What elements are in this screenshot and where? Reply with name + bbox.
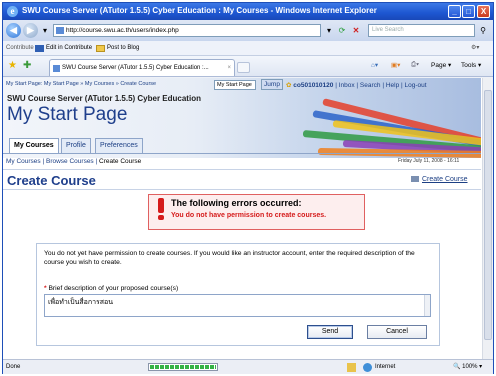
jump-select[interactable]: My Start Page (214, 80, 256, 90)
minimize-button[interactable]: _ (448, 5, 461, 18)
page-scrollbar[interactable] (482, 78, 493, 359)
recent-pages-dropdown-icon[interactable]: ▾ (39, 24, 51, 37)
tools-menu[interactable]: Tools ▾ (461, 61, 481, 69)
create-course-icon (411, 176, 419, 183)
favorites-star-icon[interactable]: ★ (8, 60, 17, 71)
page-icon (56, 27, 64, 34)
browser-tab[interactable]: SWU Course Server (ATutor 1.5.5) Cyber E… (49, 59, 235, 76)
browser-window: e SWU Course Server (ATutor 1.5.5) Cyber… (2, 2, 494, 374)
create-course-link-label: Create Course (422, 176, 468, 183)
page-menu[interactable]: Page ▾ (431, 61, 451, 69)
cancel-button[interactable]: Cancel (367, 325, 427, 339)
user-links: ✿ co501010120 | Inbox | Search | Help | … (286, 82, 427, 89)
error-title: The following errors occurred: (171, 198, 302, 208)
tab-page-icon (53, 65, 60, 72)
description-value: เพื่อทำเป็นสื่อการสอน (48, 299, 114, 306)
tab-title: SWU Course Server (ATutor 1.5.5) Cyber E… (62, 65, 209, 71)
tab-my-courses[interactable]: My Courses (9, 138, 59, 154)
status-text: Done (6, 364, 21, 370)
address-text: http://course.swu.ac.th/users/index.php (66, 27, 179, 34)
address-bar-row: ◀ ▶ ▾ http://course.swu.ac.th/users/inde… (3, 20, 493, 41)
address-dropdown-icon[interactable]: ▾ (323, 24, 335, 37)
start-page-title: My Start Page (7, 104, 128, 125)
error-box: The following errors occurred: You do no… (148, 194, 365, 230)
help-link[interactable]: Help (386, 82, 399, 89)
close-button[interactable]: X (477, 5, 490, 18)
tab-profile[interactable]: Profile (61, 138, 91, 153)
zoom-text: 100% (462, 364, 478, 370)
date-text: Friday July 11, 2008 - 16:11 (398, 158, 460, 164)
progress-fill (150, 365, 216, 369)
breadcrumb[interactable]: My Start Page: My Start Page » My Course… (6, 81, 156, 87)
sub-navigation: My Courses | Browse Courses | Create Cou… (6, 158, 142, 165)
search-link[interactable]: Search (360, 82, 381, 89)
forward-button[interactable]: ▶ (23, 23, 38, 38)
current-page-label: Create Course (99, 158, 142, 165)
add-favorites-icon[interactable]: ✚ (23, 60, 31, 71)
address-input[interactable]: http://course.swu.ac.th/users/index.php (53, 24, 321, 37)
jump-button[interactable]: Jump (261, 79, 283, 90)
internet-explorer-icon: e (7, 6, 18, 17)
browse-courses-link[interactable]: Browse Courses (46, 158, 94, 165)
user-icon: ✿ (286, 82, 292, 89)
internet-zone-icon (363, 363, 372, 372)
zoom-level[interactable]: 🔍 100% ▾ (453, 360, 482, 374)
tab-preferences[interactable]: Preferences (95, 138, 143, 153)
tab-close-icon[interactable]: × (227, 60, 231, 76)
refresh-icon[interactable]: ⟳ (336, 24, 348, 37)
course-server-title: SWU Course Server (ATutor 1.5.5) Cyber E… (7, 94, 201, 103)
heading-divider (3, 189, 481, 190)
search-icon[interactable]: ⚲ (477, 24, 489, 37)
window-title: SWU Course Server (ATutor 1.5.5) Cyber E… (22, 6, 377, 15)
contribute-icon (35, 45, 44, 52)
protected-mode-icon (347, 363, 356, 372)
status-bar: Done Internet 🔍 100% ▾ (3, 359, 493, 374)
error-message: You do not have permission to create cou… (171, 212, 327, 219)
edit-in-contribute-link[interactable]: Edit in Contribute (46, 41, 92, 55)
create-course-link[interactable]: Create Course (411, 176, 468, 183)
web-page: My Start Page: My Start Page » My Course… (3, 78, 493, 359)
required-marker: * (44, 285, 47, 292)
exclamation-icon (157, 198, 165, 220)
tab-bar: ★ ✚ SWU Course Server (ATutor 1.5.5) Cyb… (3, 56, 493, 77)
inbox-link[interactable]: Inbox (339, 82, 355, 89)
maximize-button[interactable]: □ (462, 5, 475, 18)
divider (3, 169, 481, 170)
zone-text: Internet (375, 364, 396, 370)
stop-icon[interactable]: ✕ (350, 24, 362, 37)
feeds-icon[interactable]: ▣▾ (391, 61, 400, 69)
search-input[interactable]: Live Search (368, 24, 475, 37)
send-button[interactable]: Send (307, 325, 353, 339)
create-course-form: You do not yet have permission to create… (36, 243, 440, 346)
progress-bar (148, 363, 218, 371)
textarea-scrollbar[interactable] (424, 295, 430, 316)
links-bar: Contribute Edit in Contribute Post to Bl… (3, 41, 493, 56)
toolbar-options-icon[interactable]: ⚙▾ (471, 41, 479, 55)
blog-icon (96, 45, 105, 52)
post-to-blog-link[interactable]: Post to Blog (107, 41, 139, 55)
my-courses-link[interactable]: My Courses (6, 158, 41, 165)
page-header: My Start Page: My Start Page » My Course… (3, 78, 481, 158)
scrollbar-thumb[interactable] (484, 90, 492, 340)
description-label: * Brief description of your proposed cou… (44, 285, 178, 292)
tabs-divider (3, 153, 481, 154)
print-icon[interactable]: ⎙▾ (411, 61, 419, 69)
back-button[interactable]: ◀ (6, 23, 21, 38)
home-icon[interactable]: ⌂▾ (371, 61, 378, 69)
form-intro-text: You do not yet have permission to create… (44, 250, 415, 266)
description-label-text: Brief description of your proposed cours… (48, 285, 179, 292)
page-heading: Create Course (7, 173, 96, 188)
new-tab-button[interactable] (237, 62, 250, 73)
pencils-banner-image (303, 88, 481, 158)
contribute-label: Contribute (6, 45, 34, 51)
logout-link[interactable]: Log-out (405, 82, 427, 89)
user-link[interactable]: co501010120 (293, 82, 333, 89)
description-textarea[interactable]: เพื่อทำเป็นสื่อการสอน (44, 294, 431, 317)
title-bar: e SWU Course Server (ATutor 1.5.5) Cyber… (3, 3, 493, 20)
